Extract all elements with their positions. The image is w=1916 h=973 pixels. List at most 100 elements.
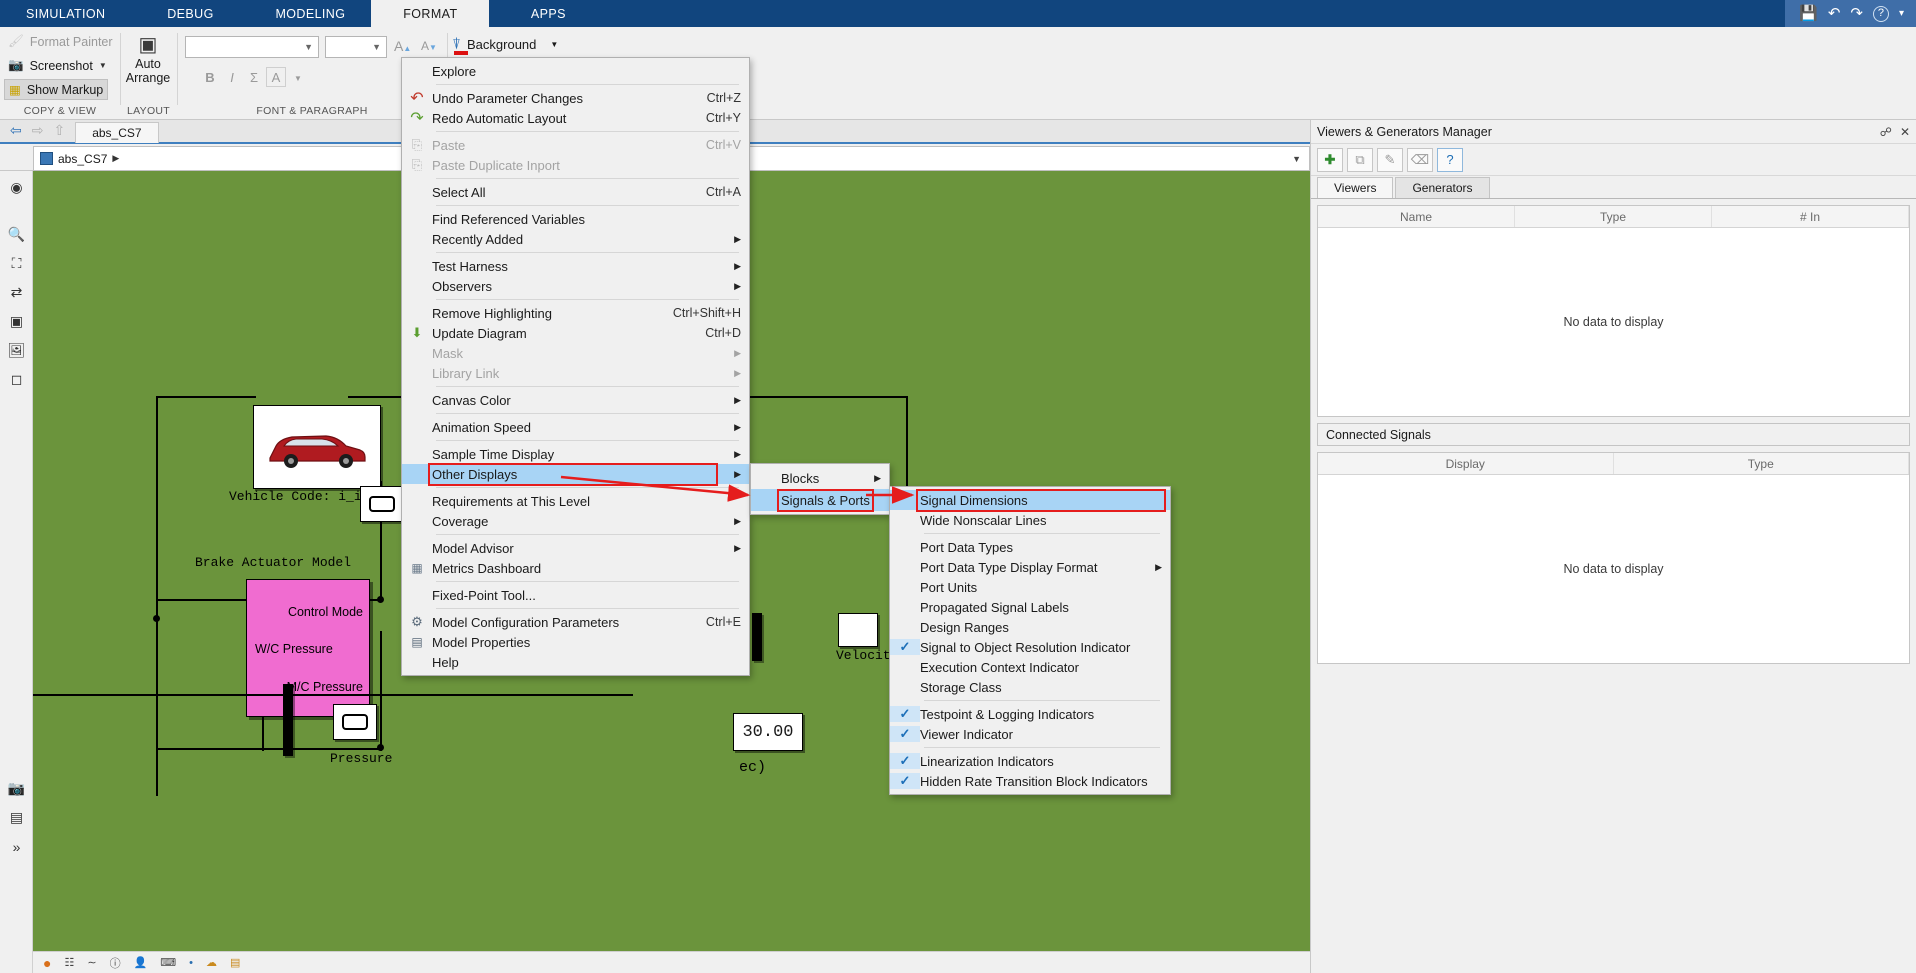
keyboard-icon[interactable]: ⌨ [160,956,176,969]
annotation-icon[interactable]: ▣ [0,307,33,336]
menu-item-propagated-signal-labels[interactable]: Propagated Signal Labels [890,597,1170,617]
redo-icon[interactable]: ↷ [1850,6,1863,21]
menu-item-animation-speed[interactable]: Animation Speed ▶ [402,417,749,437]
menu-item-canvas-color[interactable]: Canvas Color ▶ [402,390,749,410]
column-name[interactable]: Name [1318,206,1515,227]
menu-item-fixed-point-tool[interactable]: Fixed-Point Tool... [402,585,749,605]
compare-icon[interactable]: ▤ [0,803,33,832]
tab-modeling[interactable]: MODELING [249,0,371,27]
chevron-down-icon[interactable]: ▼ [550,40,558,49]
logic-block-top[interactable] [360,486,404,522]
screenshot-button[interactable]: 📷 Screenshot ▼ [4,56,111,75]
show-markup-button[interactable]: ▦ Show Markup [4,79,109,100]
tab-apps[interactable]: APPS [489,0,607,27]
format-painter-button[interactable]: 🖌 Format Painter [4,32,117,51]
chart-icon[interactable]: ▤ [230,956,240,969]
menu-item-testpoint-logging-indicators[interactable]: ✓ Testpoint & Logging Indicators [890,704,1170,724]
menu-item-signal-to-object-resolution-indicator[interactable]: ✓ Signal to Object Resolution Indicator [890,637,1170,657]
menu-item-blocks[interactable]: Blocks ▶ [751,467,889,489]
increase-font-size-button[interactable]: A▲ [394,38,411,54]
menu-item-find-referenced-variables[interactable]: Find Referenced Variables [402,209,749,229]
delete-button[interactable]: ⌫ [1407,147,1433,172]
tab-simulation[interactable]: SIMULATION [0,0,131,27]
area-icon[interactable]: ◻ [0,365,33,394]
fit-to-view-icon[interactable]: ⛶ [0,249,33,278]
menu-item-execution-context-indicator[interactable]: Execution Context Indicator [890,657,1170,677]
viewers-table[interactable]: Name Type # In No data to display [1317,205,1910,417]
ports-icon[interactable]: ☷ [64,956,74,969]
menu-item-port-units[interactable]: Port Units [890,577,1170,597]
symbol-button[interactable]: Σ [244,67,264,87]
menu-item-remove-highlighting[interactable]: Remove Highlighting Ctrl+Shift+H [402,303,749,323]
menu-item-signals-ports[interactable]: Signals & Ports▶ [751,488,897,512]
menu-item-design-ranges[interactable]: Design Ranges [890,617,1170,637]
chevron-down-icon[interactable]: ▼ [304,42,313,52]
copy-button[interactable]: ⧉ [1347,147,1373,172]
auto-arrange-button[interactable]: ▣ Auto Arrange [117,33,179,85]
column-type[interactable]: Type [1614,453,1909,474]
tab-debug[interactable]: DEBUG [131,0,249,27]
edit-button[interactable]: ✎ [1377,147,1403,172]
menu-item-undo-parameter-changes[interactable]: ↶ Undo Parameter Changes Ctrl+Z [402,88,749,108]
menu-item-observers[interactable]: Observers ▶ [402,276,749,296]
forward-icon[interactable]: ⇨ [32,122,44,139]
display-block[interactable]: 30.00 [733,713,803,751]
menu-item-signal-dimensions[interactable]: Signal Dimensions [890,488,1170,512]
signal-icon[interactable]: ∼ [87,956,96,969]
logic-block-bottom[interactable] [333,704,377,740]
help-icon[interactable]: ? [1872,5,1889,22]
chevron-down-icon[interactable]: ▼ [1292,154,1301,164]
menu-item-recently-added[interactable]: Recently Added ▶ [402,229,749,249]
chevron-down-icon[interactable]: ▼ [99,61,107,70]
close-icon[interactable]: ✕ [1900,125,1910,139]
menu-item-viewer-indicator[interactable]: ✓ Viewer Indicator [890,724,1170,744]
menu-item-help[interactable]: Help [402,652,749,672]
hide-explorer-icon[interactable]: ◉ [0,173,33,202]
menu-item-coverage[interactable]: Coverage ▶ [402,511,749,531]
breadcrumb-label[interactable]: abs_CS7 [58,152,107,166]
zoom-in-icon[interactable]: 🔍 [0,220,33,249]
menu-item-redo-automatic-layout[interactable]: ↷ Redo Automatic Layout Ctrl+Y [402,108,749,128]
font-size-select[interactable]: ▼ [325,36,387,58]
cloud-icon[interactable]: ☁ [206,956,217,969]
menu-item-wide-nonscalar-lines[interactable]: Wide Nonscalar Lines [890,510,1170,530]
up-icon[interactable]: ⇧ [53,122,65,139]
menu-item-model-configuration-parameters[interactable]: ⚙ Model Configuration Parameters Ctrl+E [402,612,749,632]
menu-item-explore[interactable]: Explore [402,61,749,81]
person-icon[interactable]: 👤 [134,956,148,969]
back-icon[interactable]: ⇦ [10,122,22,139]
menu-item-model-advisor[interactable]: Model Advisor ▶ [402,538,749,558]
camera-icon[interactable]: 📷 [0,774,33,803]
connected-signals-header[interactable]: Connected Signals [1317,423,1910,446]
italic-button[interactable]: I [222,67,242,87]
menu-item-linearization-indicators[interactable]: ✓ Linearization Indicators [890,751,1170,771]
menu-item-sample-time-display[interactable]: Sample Time Display ▶ [402,444,749,464]
chevron-down-icon[interactable]: ▼ [288,68,308,88]
menu-item-port-data-type-display-format[interactable]: Port Data Type Display Format ▶ [890,557,1170,577]
menu-item-storage-class[interactable]: Storage Class [890,677,1170,697]
tab-generators[interactable]: Generators [1395,177,1490,198]
help-button[interactable]: ? [1437,147,1463,172]
velocity-scope-block[interactable] [838,613,878,647]
connected-signals-table[interactable]: Display Type No data to display [1317,452,1910,664]
tab-viewers[interactable]: Viewers [1317,177,1394,198]
undo-icon[interactable]: ↶ [1828,6,1841,21]
submenu-signals-and-ports[interactable]: Signal Dimensions Wide Nonscalar Lines Por… [889,486,1171,795]
save-icon[interactable]: 💾 [1799,6,1818,21]
image-icon[interactable]: 🖼 [0,336,33,365]
menu-item-update-diagram[interactable]: ⬇ Update Diagram Ctrl+D [402,323,749,343]
menu-item-requirements-at-this-level[interactable]: Requirements at This Level [402,491,749,511]
chevron-down-icon[interactable]: ▾ [1899,8,1904,19]
model-tab[interactable]: abs_CS7 [75,122,159,143]
font-family-select[interactable]: ▼ [185,36,319,58]
menu-item-hidden-rate-transition-block-indicators[interactable]: ✓ Hidden Rate Transition Block Indicators [890,771,1170,791]
pin-icon[interactable]: ☍ [1880,125,1892,139]
info-icon[interactable]: ⓘ [110,955,121,971]
column-type[interactable]: Type [1515,206,1712,227]
menu-item-select-all[interactable]: Select All Ctrl+A [402,182,749,202]
decrease-font-size-button[interactable]: A▼ [421,39,437,53]
column-num-in[interactable]: # In [1712,206,1909,227]
menu-item-metrics-dashboard[interactable]: ▦ Metrics Dashboard [402,558,749,578]
submenu-other-displays[interactable]: Blocks ▶ Signals & Ports▶ [750,463,897,515]
sample-time-icon[interactable]: ⇄ [0,278,33,307]
